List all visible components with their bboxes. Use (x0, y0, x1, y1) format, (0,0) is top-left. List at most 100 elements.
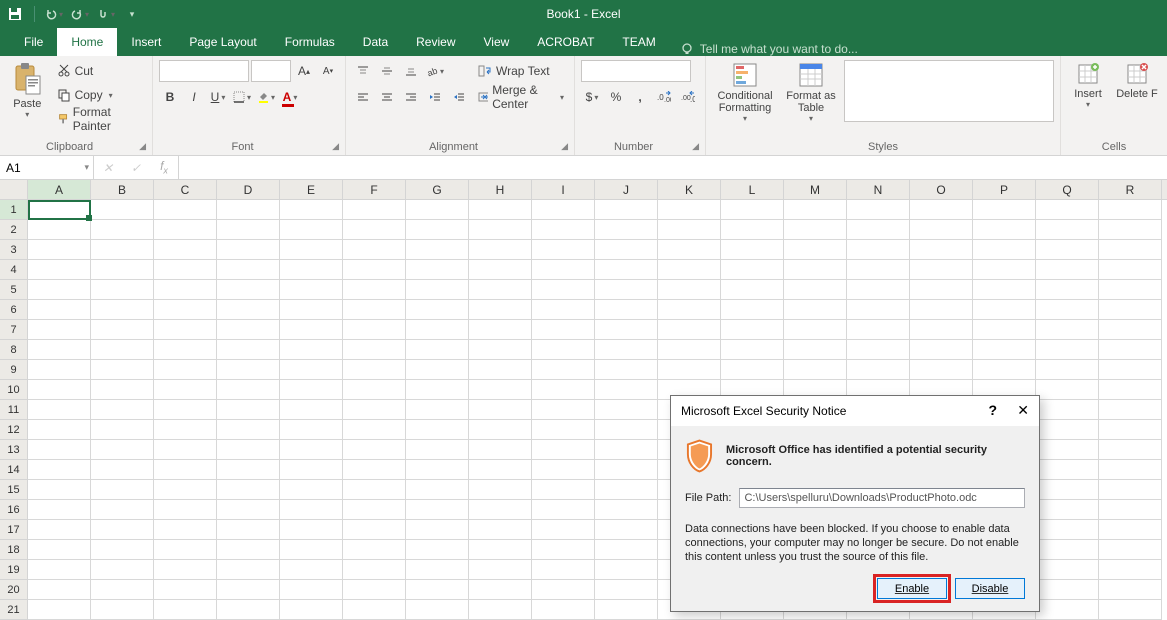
cell[interactable] (406, 360, 469, 380)
cell[interactable] (154, 360, 217, 380)
cell[interactable] (28, 340, 91, 360)
cell[interactable] (28, 200, 91, 220)
cell[interactable] (280, 360, 343, 380)
cell[interactable] (847, 320, 910, 340)
column-header[interactable]: I (532, 180, 595, 199)
cell[interactable] (784, 260, 847, 280)
cell[interactable] (343, 460, 406, 480)
cell[interactable] (217, 280, 280, 300)
row-header[interactable]: 19 (0, 560, 28, 580)
cell[interactable] (595, 500, 658, 520)
cell[interactable] (217, 400, 280, 420)
cell[interactable] (1036, 260, 1099, 280)
cell[interactable] (784, 360, 847, 380)
cell[interactable] (469, 260, 532, 280)
cell[interactable] (1036, 240, 1099, 260)
cell[interactable] (343, 220, 406, 240)
cell[interactable] (973, 220, 1036, 240)
cell[interactable] (469, 600, 532, 620)
cell[interactable] (784, 240, 847, 260)
row-header[interactable]: 14 (0, 460, 28, 480)
cell[interactable] (1036, 340, 1099, 360)
cell[interactable] (28, 260, 91, 280)
cell[interactable] (1036, 420, 1099, 440)
cell[interactable] (469, 540, 532, 560)
cell[interactable] (217, 580, 280, 600)
column-header[interactable]: K (658, 180, 721, 199)
cell[interactable] (28, 540, 91, 560)
cell[interactable] (217, 240, 280, 260)
cell[interactable] (595, 280, 658, 300)
row-header[interactable]: 11 (0, 400, 28, 420)
cell[interactable] (343, 240, 406, 260)
align-center-button[interactable] (376, 86, 398, 108)
column-header[interactable]: P (973, 180, 1036, 199)
select-all-button[interactable] (0, 180, 28, 199)
cell[interactable] (973, 240, 1036, 260)
cell[interactable] (280, 560, 343, 580)
cell[interactable] (532, 500, 595, 520)
cell[interactable] (343, 500, 406, 520)
cell[interactable] (91, 540, 154, 560)
cell[interactable] (469, 440, 532, 460)
cell[interactable] (847, 300, 910, 320)
cell[interactable] (406, 580, 469, 600)
column-header[interactable]: L (721, 180, 784, 199)
cell[interactable] (469, 500, 532, 520)
cell[interactable] (217, 500, 280, 520)
cell[interactable] (595, 440, 658, 460)
cell[interactable] (469, 360, 532, 380)
cell[interactable] (1036, 600, 1099, 620)
align-middle-button[interactable] (376, 60, 398, 82)
cell[interactable] (784, 280, 847, 300)
cell[interactable] (343, 200, 406, 220)
cell[interactable] (280, 420, 343, 440)
cell[interactable] (91, 360, 154, 380)
format-as-table-button[interactable]: Format as Table▾ (782, 60, 840, 123)
decrease-decimal-button[interactable]: .00.0 (677, 86, 699, 108)
name-box[interactable]: A1▾ (0, 156, 94, 179)
cell[interactable] (154, 340, 217, 360)
cell[interactable] (1099, 400, 1162, 420)
cell[interactable] (154, 480, 217, 500)
cell[interactable] (91, 500, 154, 520)
cell[interactable] (343, 320, 406, 340)
tab-formulas[interactable]: Formulas (271, 28, 349, 56)
cell[interactable] (721, 220, 784, 240)
tab-file[interactable]: File (10, 28, 57, 56)
column-header[interactable]: J (595, 180, 658, 199)
cell[interactable] (406, 260, 469, 280)
cell[interactable] (658, 240, 721, 260)
row-header[interactable]: 16 (0, 500, 28, 520)
cell[interactable] (658, 280, 721, 300)
cell[interactable] (154, 600, 217, 620)
cell[interactable] (91, 280, 154, 300)
row-header[interactable]: 17 (0, 520, 28, 540)
cell[interactable] (91, 300, 154, 320)
cell[interactable] (28, 280, 91, 300)
cell[interactable] (469, 380, 532, 400)
dialog-close-button[interactable]: ✕ (1017, 402, 1029, 419)
increase-decimal-button[interactable]: .0.00 (653, 86, 675, 108)
cell[interactable] (406, 400, 469, 420)
cell[interactable] (28, 580, 91, 600)
cell[interactable] (532, 280, 595, 300)
cell[interactable] (28, 320, 91, 340)
cell[interactable] (1099, 380, 1162, 400)
cell[interactable] (469, 460, 532, 480)
cell[interactable] (595, 200, 658, 220)
cell[interactable] (595, 240, 658, 260)
cell[interactable] (595, 400, 658, 420)
row-header[interactable]: 2 (0, 220, 28, 240)
cell[interactable] (532, 560, 595, 580)
cell[interactable] (1099, 240, 1162, 260)
cell[interactable] (217, 560, 280, 580)
cell[interactable] (973, 340, 1036, 360)
cut-button[interactable]: Cut (53, 60, 146, 82)
cell[interactable] (91, 400, 154, 420)
cell[interactable] (154, 380, 217, 400)
cell[interactable] (532, 240, 595, 260)
cell[interactable] (28, 240, 91, 260)
cell[interactable] (28, 480, 91, 500)
cell[interactable] (973, 300, 1036, 320)
